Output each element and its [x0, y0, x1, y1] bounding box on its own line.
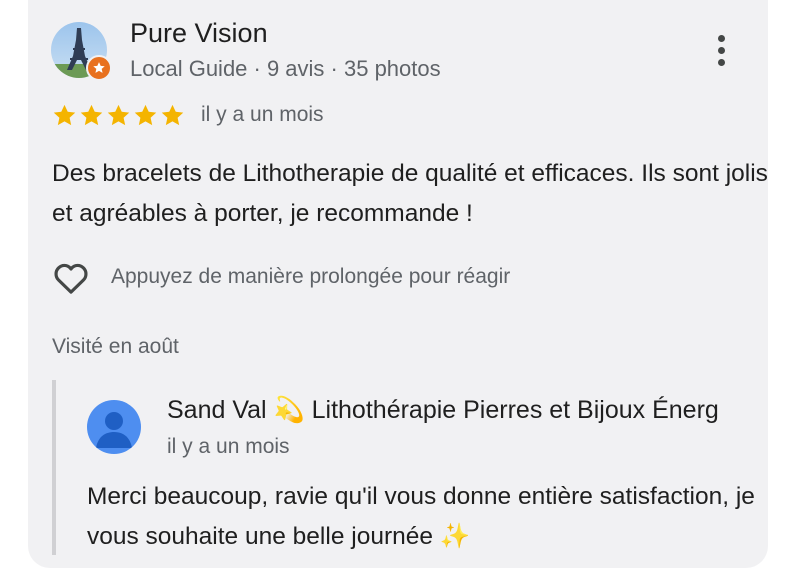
menu-dot	[717, 58, 725, 66]
reviewer-name[interactable]: Pure Vision	[130, 18, 268, 49]
owner-name[interactable]: Sand Val 💫 Lithothérapie Pierres et Bijo…	[167, 396, 719, 425]
star-icon	[134, 104, 157, 126]
reply-time: il y a un mois	[167, 435, 290, 458]
heart-outline-icon[interactable]	[51, 258, 91, 303]
menu-dot	[717, 46, 725, 54]
star-icon	[80, 104, 103, 126]
review-screen: Pure Vision Local Guide · 9 avis · 35 ph…	[0, 0, 799, 570]
react-hint: Appuyez de manière prolongée pour réagir	[111, 265, 511, 288]
reviewer-meta[interactable]: Local Guide · 9 avis · 35 photos	[130, 56, 441, 82]
review-time: il y a un mois	[201, 103, 324, 126]
default-person-icon	[87, 400, 141, 454]
review-text: Des bracelets de Lithotherapie de qualit…	[52, 160, 768, 227]
menu-dot	[717, 34, 725, 42]
star-icon	[107, 104, 130, 126]
star-rating	[52, 103, 185, 128]
star-icon	[53, 104, 76, 126]
more-vert-icon[interactable]	[706, 30, 736, 70]
local-guide-star-icon	[86, 55, 112, 81]
reply-divider	[52, 380, 56, 555]
owner-avatar[interactable]	[87, 400, 141, 454]
star-icon	[161, 104, 184, 126]
visit-date: Visité en août	[52, 335, 179, 358]
reply-text: Merci beaucoup, ravie qu'il vous donne e…	[87, 483, 755, 550]
